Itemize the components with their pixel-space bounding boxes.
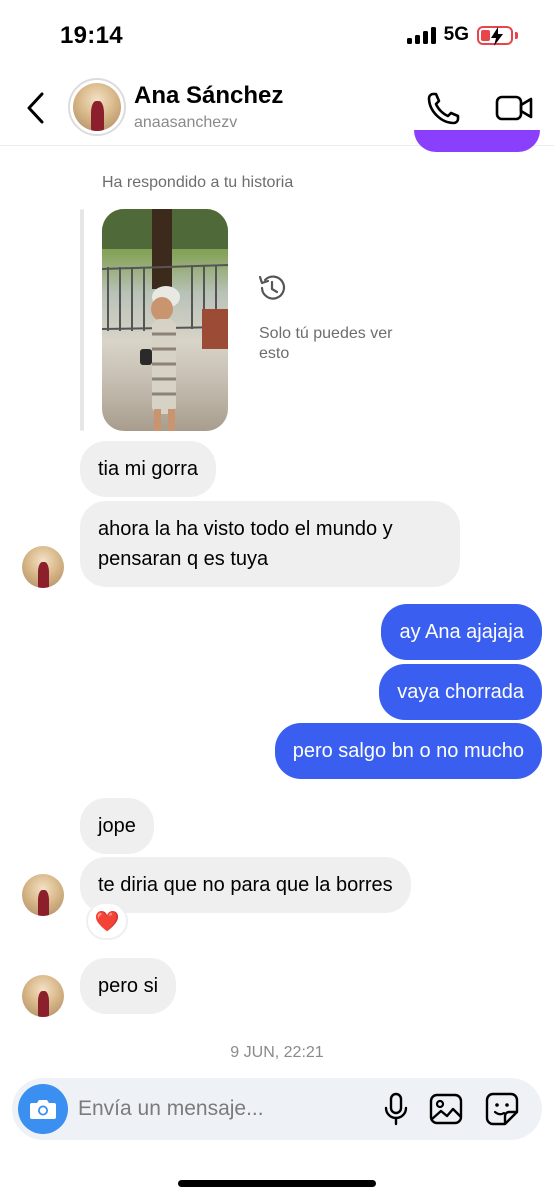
message-outgoing[interactable]: ay Ana ajajaja — [381, 604, 542, 660]
sender-avatar[interactable] — [22, 874, 64, 916]
back-button[interactable] — [18, 88, 52, 128]
signal-icon — [406, 26, 436, 44]
story-reply-caption: Ha respondido a tu historia — [102, 174, 294, 191]
battery-tip — [515, 31, 518, 39]
story-privacy-note: Solo tú puedes ver esto — [259, 325, 393, 362]
previous-message-edge — [414, 130, 540, 152]
message-incoming[interactable]: jope — [80, 798, 154, 854]
chevron-left-icon — [27, 92, 44, 124]
camera-button[interactable] — [18, 1084, 68, 1134]
message-incoming[interactable]: te diria que no para que la borres — [80, 857, 411, 913]
sender-avatar[interactable] — [22, 975, 64, 1017]
phone-icon — [427, 92, 460, 125]
sender-avatar[interactable] — [22, 546, 64, 588]
video-camera-icon — [495, 95, 533, 121]
message-input[interactable] — [78, 1090, 368, 1128]
status-time: 19:14 — [60, 22, 123, 49]
contact-username[interactable]: anaasanchezv — [134, 114, 237, 132]
home-indicator — [178, 1180, 376, 1187]
story-thumbnail[interactable] — [102, 209, 228, 431]
video-call-button[interactable] — [494, 88, 534, 128]
contact-avatar[interactable] — [68, 78, 126, 136]
gallery-button[interactable] — [428, 1091, 464, 1127]
message-timestamp: 9 JUN, 22:21 — [230, 1044, 324, 1061]
message-outgoing[interactable]: pero salgo bn o no mucho — [274, 723, 542, 779]
microphone-button[interactable] — [378, 1091, 414, 1127]
message-incoming[interactable]: pero si — [80, 958, 177, 1014]
audio-call-button[interactable] — [424, 88, 464, 128]
reply-indicator-line — [80, 209, 84, 431]
sticker-icon — [485, 1092, 519, 1126]
history-icon — [256, 272, 288, 304]
heart-reaction-icon[interactable]: ❤️ — [86, 902, 128, 940]
contact-name[interactable]: Ana Sánchez — [134, 82, 283, 110]
message-composer — [12, 1078, 542, 1140]
sticker-button[interactable] — [484, 1091, 520, 1127]
network-type: 5G — [443, 24, 469, 45]
camera-icon — [30, 1100, 56, 1119]
message-incoming[interactable]: tia mi gorra — [80, 441, 217, 497]
battery-icon — [477, 25, 513, 46]
message-outgoing[interactable]: vaya chorrada — [379, 664, 542, 720]
message-incoming[interactable]: ahora la ha visto todo el mundo y pensar… — [80, 501, 460, 587]
image-icon — [429, 1093, 463, 1125]
microphone-icon — [384, 1092, 408, 1126]
status-indicators: 5G — [406, 24, 518, 46]
